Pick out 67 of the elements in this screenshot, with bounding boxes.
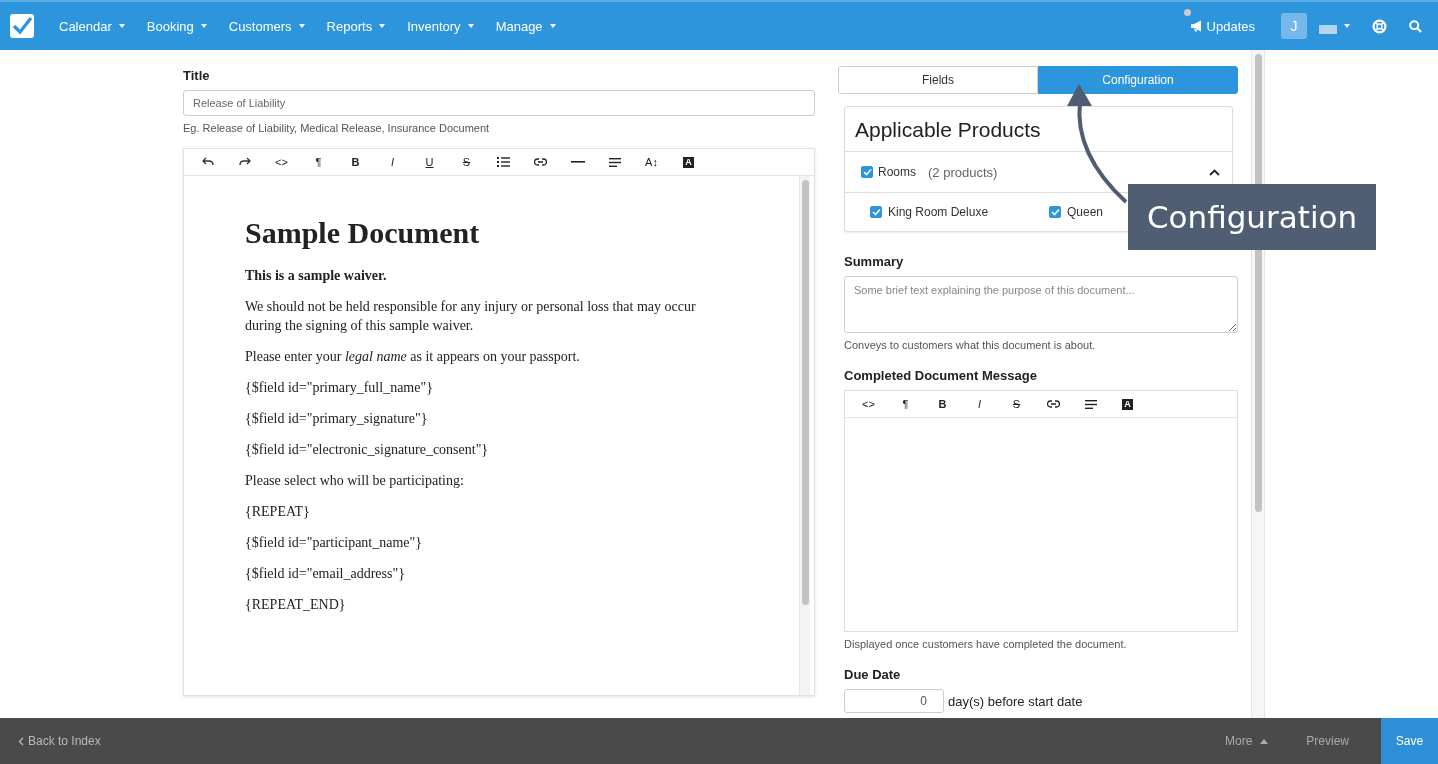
strikethrough-button[interactable]: S bbox=[1012, 398, 1021, 410]
document-paragraph: {$field id="email_address"} bbox=[245, 565, 406, 583]
group-label: Rooms bbox=[878, 165, 916, 179]
link-icon[interactable] bbox=[1047, 400, 1060, 408]
checkbox[interactable] bbox=[1049, 206, 1061, 218]
message-label: Completed Document Message bbox=[844, 368, 1038, 383]
redo-icon[interactable] bbox=[238, 157, 251, 167]
document-paragraph: {$field id="participant_name"} bbox=[245, 534, 423, 552]
document-paragraph: {$field id="primary_signature"} bbox=[245, 410, 429, 428]
summary-hint: Conveys to customers what this document is about. bbox=[844, 339, 1097, 351]
document-paragraph: We should not be held responsible for any injury or personal loss that may occur during the signing of this sample waiver. bbox=[245, 298, 697, 335]
due-date-input[interactable]: 0 bbox=[844, 689, 944, 713]
document-paragraph: Please enter your legal name as it appears on your passport. bbox=[245, 348, 581, 366]
due-date-suffix: day(s) before start date bbox=[948, 693, 1083, 709]
back-link[interactable]: Back to Index bbox=[12, 733, 107, 749]
tab[interactable]: Fields bbox=[838, 66, 1038, 94]
bold-button[interactable]: B bbox=[351, 156, 360, 168]
italic-button[interactable]: I bbox=[390, 156, 395, 168]
chevron-left-icon bbox=[18, 736, 24, 746]
preview-button[interactable]: Preview bbox=[1300, 733, 1355, 749]
align-icon[interactable] bbox=[608, 157, 621, 167]
document-heading: Sample Document bbox=[245, 216, 481, 250]
document-paragraph: This is a sample waiver. bbox=[245, 267, 388, 285]
code-button[interactable]: <> bbox=[862, 398, 875, 410]
product-count: (2 products) bbox=[928, 164, 998, 180]
document-paragraph: {REPEAT_END} bbox=[245, 596, 347, 614]
summary-label: Summary bbox=[844, 254, 905, 269]
more-button[interactable]: More bbox=[1218, 733, 1275, 749]
undo-icon[interactable] bbox=[201, 157, 214, 167]
message-hint: Displayed once customers have completed the document. bbox=[844, 638, 1128, 650]
search-icon[interactable] bbox=[1409, 19, 1422, 33]
title-input[interactable]: Release of Liability bbox=[183, 90, 815, 116]
due-date-label: Due Date bbox=[844, 667, 902, 682]
megaphone-icon bbox=[1189, 20, 1204, 32]
document-paragraph: Please select who will be participating: bbox=[245, 472, 465, 490]
paragraph-button[interactable]: ¶ bbox=[315, 156, 322, 168]
summary-field[interactable]: Some brief text explaining the purpose of this document... bbox=[844, 276, 1238, 333]
product-label: King Room Deluxe bbox=[888, 205, 989, 219]
document-paragraph: {$field id="electronic_signature_consent"} bbox=[245, 441, 490, 459]
checkmark-logo-icon[interactable] bbox=[10, 14, 34, 38]
strikethrough-button[interactable]: S bbox=[462, 156, 471, 168]
panel-title: Applicable Products bbox=[845, 107, 1232, 152]
code-button[interactable]: <> bbox=[275, 156, 288, 168]
title-hint: Eg. Release of Liability, Medical Release, Insurance Document bbox=[183, 122, 491, 134]
font-size-button[interactable]: A↕ bbox=[645, 156, 658, 168]
horizontal-rule-icon[interactable] bbox=[570, 161, 585, 163]
scrollbar[interactable] bbox=[799, 176, 810, 695]
checkbox[interactable] bbox=[870, 206, 882, 218]
bold-button[interactable]: B bbox=[938, 398, 947, 410]
document-paragraph: {$field id="primary_full_name"} bbox=[245, 379, 434, 397]
list-icon[interactable] bbox=[497, 157, 510, 167]
underline-button[interactable]: U bbox=[425, 156, 434, 168]
paragraph-button[interactable]: ¶ bbox=[902, 398, 909, 410]
text-color-button[interactable]: A bbox=[1122, 398, 1133, 410]
collapse-icon[interactable] bbox=[1209, 168, 1220, 176]
product-label: Queen bbox=[1067, 205, 1104, 219]
callout-label: Configuration bbox=[1128, 184, 1376, 250]
document-paragraph: {REPEAT} bbox=[245, 503, 311, 521]
caret-up-icon bbox=[1260, 738, 1269, 744]
message-editor[interactable]: <> ¶ B I S A bbox=[844, 390, 1238, 632]
text-color-button[interactable]: A bbox=[683, 156, 694, 168]
align-icon[interactable] bbox=[1084, 399, 1097, 409]
help-icon[interactable] bbox=[1372, 18, 1387, 34]
checkbox[interactable] bbox=[861, 166, 873, 178]
italic-button[interactable]: I bbox=[977, 398, 982, 410]
link-icon[interactable] bbox=[534, 158, 547, 166]
title-label: Title bbox=[183, 68, 211, 83]
